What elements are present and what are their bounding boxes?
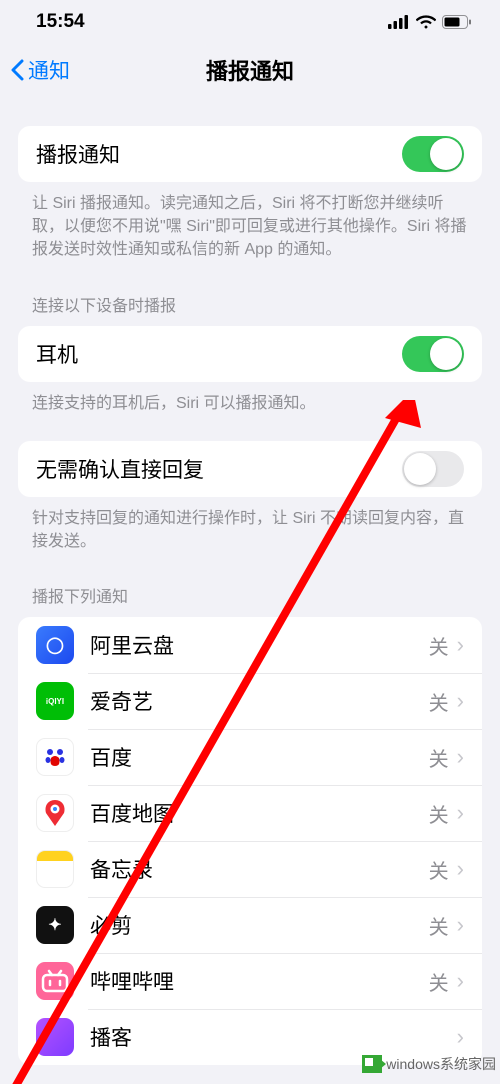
app-icon: ✦ — [36, 906, 74, 944]
chevron-right-icon: › — [457, 968, 464, 994]
app-row[interactable]: ✦ 必剪关 › — [18, 897, 482, 953]
row-reply-without-confirm[interactable]: 无需确认直接回复 — [18, 441, 482, 497]
chevron-right-icon: › — [457, 744, 464, 770]
group-reply: 无需确认直接回复 — [18, 441, 482, 497]
app-name: 哔哩哔哩 — [90, 966, 429, 996]
app-icon — [36, 1018, 74, 1056]
footer-devices: 连接支持的耳机后，Siri 可以播报通知。 — [0, 382, 500, 415]
back-label: 通知 — [28, 55, 70, 85]
wifi-icon — [416, 15, 436, 29]
chevron-right-icon: › — [457, 800, 464, 826]
app-row[interactable]: ◯ 阿里云盘关 › — [18, 617, 482, 673]
app-icon — [36, 738, 74, 776]
app-row[interactable]: 百度关 › — [18, 729, 482, 785]
label-reply: 无需确认直接回复 — [36, 454, 402, 484]
header-apps: 播报下列通知 — [0, 553, 500, 617]
app-icon: iQIYI — [36, 682, 74, 720]
app-icon: ◯ — [36, 626, 74, 664]
app-name: 必剪 — [90, 910, 429, 940]
app-row[interactable]: 哔哩哔哩关 › — [18, 953, 482, 1009]
row-announce-notifications[interactable]: 播报通知 — [18, 126, 482, 182]
toggle-headphones[interactable] — [402, 336, 464, 372]
app-row[interactable]: 百度地图关 › — [18, 785, 482, 841]
toggle-reply[interactable] — [402, 451, 464, 487]
cellular-icon — [388, 15, 410, 29]
app-value: 关 — [429, 799, 449, 828]
chevron-right-icon: › — [457, 856, 464, 882]
label-headphones: 耳机 — [36, 339, 402, 369]
app-name: 播客 — [90, 1022, 449, 1052]
watermark-text: windows系统家园 — [386, 1054, 496, 1074]
back-button[interactable]: 通知 — [0, 55, 70, 85]
app-name: 百度地图 — [90, 798, 429, 828]
toggle-announce[interactable] — [402, 136, 464, 172]
status-time: 15:54 — [36, 11, 85, 33]
nav-bar: 通知 播报通知 — [0, 44, 500, 96]
chevron-left-icon — [10, 59, 24, 81]
chevron-right-icon: › — [457, 1024, 464, 1050]
chevron-right-icon: › — [457, 688, 464, 714]
app-value: 关 — [429, 967, 449, 996]
label-announce: 播报通知 — [36, 139, 402, 169]
group-devices: 耳机 — [18, 326, 482, 382]
watermark: windows系统家园 — [362, 1054, 496, 1074]
app-icon — [36, 962, 74, 1000]
footer-announce: 让 Siri 播报通知。读完通知之后，Siri 将不打断您并继续听取，以便您不用… — [0, 182, 500, 262]
app-icon — [36, 850, 74, 888]
content: 播报通知 让 Siri 播报通知。读完通知之后，Siri 将不打断您并继续听取，… — [0, 96, 500, 1065]
status-bar: 15:54 — [0, 0, 500, 44]
app-value: 关 — [429, 687, 449, 716]
app-row[interactable]: iQIYI 爱奇艺关 › — [18, 673, 482, 729]
chevron-right-icon: › — [457, 632, 464, 658]
battery-icon — [442, 15, 472, 29]
app-value: 关 — [429, 911, 449, 940]
chevron-right-icon: › — [457, 912, 464, 938]
app-value: 关 — [429, 855, 449, 884]
group-announce: 播报通知 — [18, 126, 482, 182]
app-row[interactable]: 备忘录关 › — [18, 841, 482, 897]
footer-reply: 针对支持回复的通知进行操作时，让 Siri 不朗读回复内容，直接发送。 — [0, 497, 500, 553]
header-devices: 连接以下设备时播报 — [0, 262, 500, 326]
app-value: 关 — [429, 631, 449, 660]
app-value: 关 — [429, 743, 449, 772]
app-name: 百度 — [90, 742, 429, 772]
status-indicators — [388, 15, 472, 29]
app-name: 阿里云盘 — [90, 630, 429, 660]
app-name: 爱奇艺 — [90, 686, 429, 716]
page-title: 播报通知 — [206, 54, 294, 86]
app-name: 备忘录 — [90, 854, 429, 884]
app-icon — [36, 794, 74, 832]
group-apps: ◯阿里云盘关›iQIYI爱奇艺关›百度关›百度地图关›备忘录关›✦必剪关›哔哩哔… — [18, 617, 482, 1065]
row-headphones[interactable]: 耳机 — [18, 326, 482, 382]
watermark-logo-icon — [362, 1055, 382, 1073]
